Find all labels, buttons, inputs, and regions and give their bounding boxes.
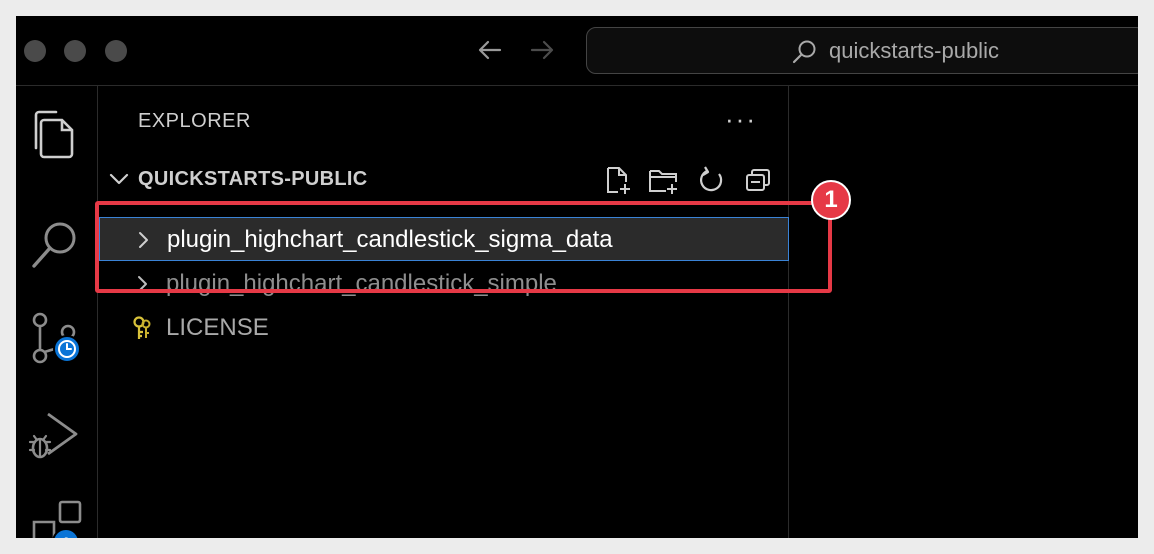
more-actions-button[interactable]: ··· — [725, 104, 757, 134]
tree-item-license-file[interactable]: LICENSE — [99, 306, 789, 350]
extensions-icon[interactable]: 1 — [22, 492, 90, 538]
search-icon — [791, 39, 817, 65]
new-folder-icon[interactable] — [647, 164, 679, 196]
workspace-label: QUICKSTARTS-PUBLIC — [138, 168, 368, 190]
sidebar-title: EXPLORER — [138, 110, 251, 132]
close-window-button[interactable] — [24, 40, 46, 62]
new-file-icon[interactable] — [601, 164, 633, 196]
collapse-all-icon[interactable] — [743, 164, 775, 196]
clock-icon — [52, 334, 82, 364]
run-debug-icon[interactable] — [22, 400, 90, 468]
zoom-window-button[interactable] — [105, 40, 127, 62]
workspace-section-header[interactable]: QUICKSTARTS-PUBLIC — [99, 160, 789, 198]
annotation-callout-badge: 1 — [811, 180, 851, 220]
chevron-down-icon — [107, 168, 131, 190]
refresh-icon[interactable] — [695, 164, 727, 196]
command-center-search[interactable]: quickstarts-public — [586, 27, 1138, 74]
tree-item-label: LICENSE — [166, 314, 269, 341]
title-bar: quickstarts-public — [16, 16, 1138, 86]
forward-arrow-icon[interactable] — [526, 34, 558, 66]
vscode-window: quickstarts-public EXPLORER ··· QUICKSTA… — [16, 16, 1138, 538]
search-icon[interactable] — [22, 210, 90, 278]
window-title: quickstarts-public — [829, 38, 999, 63]
source-control-icon[interactable] — [22, 304, 90, 372]
key-icon — [131, 316, 153, 342]
back-arrow-icon[interactable] — [474, 34, 506, 66]
explorer-sidebar: EXPLORER ··· QUICKSTARTS-PUBLIC plugin_h… — [99, 86, 789, 538]
minimize-window-button[interactable] — [64, 40, 86, 62]
explorer-icon[interactable] — [22, 98, 90, 166]
activity-bar: 1 — [16, 86, 98, 538]
annotation-highlight-box — [95, 201, 832, 293]
